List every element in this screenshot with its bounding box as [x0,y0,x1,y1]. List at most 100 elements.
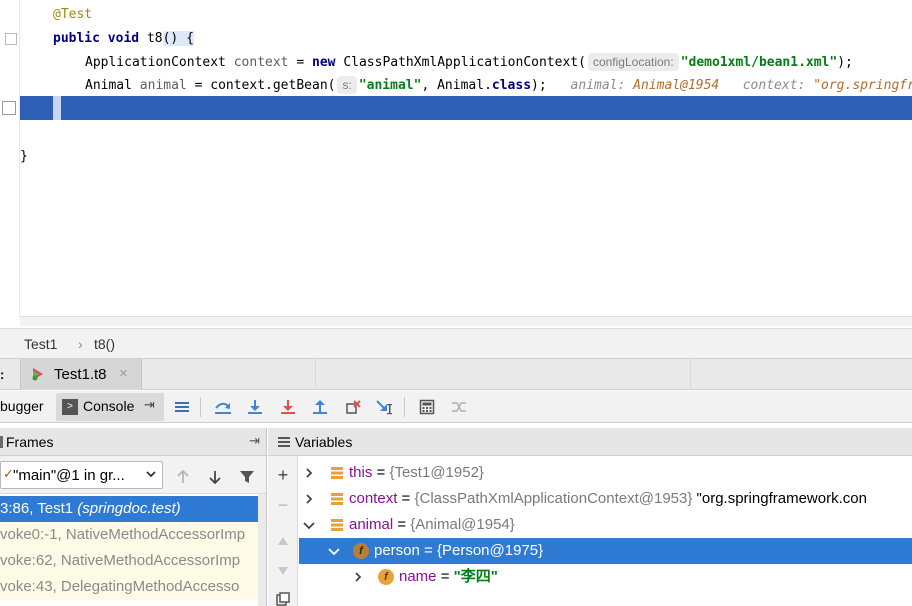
frame-item[interactable]: voke:62, NativeMethodAccessorImp [0,548,266,574]
tab-test1-t8[interactable]: Test1.t8 × [20,359,142,390]
console-tab[interactable]: > Console ⇥ [56,393,164,421]
filter-icon[interactable] [238,468,256,486]
variable-eq: = [397,490,415,507]
variable-icon [331,519,343,531]
tabs-prefix: : [0,367,5,382]
fold-marker-icon[interactable] [5,33,17,45]
variable-type: {ClassPathXmlApplicationContext@1953} [414,490,693,507]
evaluate-expression-icon[interactable] [415,395,439,419]
current-execution-line[interactable] [20,96,912,120]
variable-row-this[interactable]: this = {Test1@1952} [299,460,912,486]
variable-value: "李四" [453,568,498,585]
string-arg-animal: "animal" [358,78,422,93]
debugger-tab[interactable]: bugger [0,398,44,414]
type-animal: Animal [85,78,132,93]
identifier-animal: animal [139,78,187,93]
trace-stream-icon[interactable] [447,395,471,419]
variable-name: this [349,464,373,481]
breadcrumb: Test1 › t8() [0,328,912,358]
frames-list-icon[interactable] [170,395,194,419]
inline-value-context: "org.springfr [813,78,912,93]
variable-value: "org.springframework.con [692,490,867,507]
variable-row-name[interactable]: f name = "李四" [299,564,912,590]
closing-brace: } [20,149,28,164]
frames-header-icon [0,436,3,448]
pin-icon[interactable]: ⇥ [144,397,155,413]
keyword-class: class [491,78,532,93]
variable-row-animal[interactable]: animal = {Animal@1954} [299,512,912,538]
thread-selector-row: ✓ "main"@1 in gr... [0,456,266,494]
variable-type: {Test1@1952} [389,464,484,481]
add-watch-icon[interactable]: + [274,465,292,485]
run-to-cursor-icon[interactable] [373,395,397,419]
frames-title: Frames [6,434,54,450]
variable-row-context[interactable]: context = {ClassPathXmlApplicationContex… [299,486,912,512]
step-into-icon[interactable] [243,395,267,419]
variable-name: context [349,490,398,507]
debug-run-icon [32,368,43,381]
variable-name: animal [349,516,394,533]
step-over-icon[interactable] [211,395,235,419]
inline-debug-values: animal: Animal@1954 context: "org.spring… [571,78,912,93]
breakpoint-marker-icon[interactable] [2,101,16,115]
expand-arrow-icon[interactable] [302,467,316,479]
close-icon[interactable]: × [119,365,128,382]
inline-label-context: context: [742,78,806,93]
variable-name: name [399,568,437,585]
variables-header-icon [278,437,290,447]
code-line-context: ApplicationContext context = new ClassPa… [20,51,912,75]
arrow-down-icon[interactable] [206,468,224,486]
variable-eq: = [436,568,454,585]
copy-icon[interactable] [274,590,292,606]
editor-horizontal-scrollbar[interactable] [20,316,912,326]
drop-frame-icon[interactable] [341,395,365,419]
variables-header: Variables [268,428,912,456]
thread-dropdown[interactable]: ✓ "main"@1 in gr... [0,461,163,489]
console-icon: > [62,399,78,415]
variable-name: person [374,542,420,559]
breadcrumb-item-class[interactable]: Test1 [24,336,57,352]
expand-arrow-icon[interactable] [302,493,316,505]
move-up-icon[interactable] [274,532,292,550]
variable-icon [331,467,343,479]
variable-type: {Animal@1954} [410,516,515,533]
code-editor[interactable]: @Test public void t8() { ApplicationCont… [0,0,912,318]
arrow-up-icon[interactable] [174,468,192,486]
variables-title: Variables [295,434,353,450]
editor-gutter[interactable] [0,0,20,318]
string-arg-config: "demo1xml/bean1.xml" [680,55,838,70]
variable-icon [331,493,343,505]
annotation-text: @Test [53,7,93,22]
code-line-closing: } [20,145,912,169]
frame-item[interactable]: voke0:-1, NativeMethodAccessorImp [0,522,266,548]
debug-session-tabs: : Test1.t8 × [0,358,912,390]
console-label: Console [83,398,135,414]
collapse-arrow-icon[interactable] [302,519,316,531]
expand-arrow-icon[interactable] [351,571,365,583]
variables-side-toolbar: + − [268,456,298,606]
collapse-arrow-icon[interactable] [327,545,341,557]
frame-item[interactable]: voke:43, DelegatingMethodAccesso [0,574,266,600]
step-out-icon[interactable] [308,395,332,419]
identifier-context: context [233,55,289,70]
breadcrumb-item-method[interactable]: t8() [94,336,115,352]
param-hint-s: s: [337,76,357,94]
frame-text: 3:86, Test1 [0,500,78,517]
breadcrumb-separator: › [78,336,83,352]
keyword-new: new [312,55,336,70]
variable-row-person[interactable]: f person = {Person@1975} [299,538,912,564]
variable-eq: = [372,464,390,481]
tab-label: Test1.t8 [54,366,107,383]
frames-scrollbar[interactable] [258,494,266,606]
variable-eq: = [393,516,411,533]
move-down-icon[interactable] [274,562,292,580]
frames-header: Frames ⇥ [0,428,266,456]
remove-watch-icon[interactable]: − [274,495,292,515]
line3-end: ); [837,55,853,70]
frame-text: voke0:-1, NativeMethodAccessorImp [0,526,246,543]
pin-icon[interactable]: ⇥ [249,433,260,449]
toolbar-separator [200,397,201,417]
constructor-call: ClassPathXmlApplicationContext( [343,55,586,70]
force-step-into-icon[interactable] [276,395,300,419]
frame-item[interactable]: 3:86, Test1 (springdoc.test) [0,496,266,522]
